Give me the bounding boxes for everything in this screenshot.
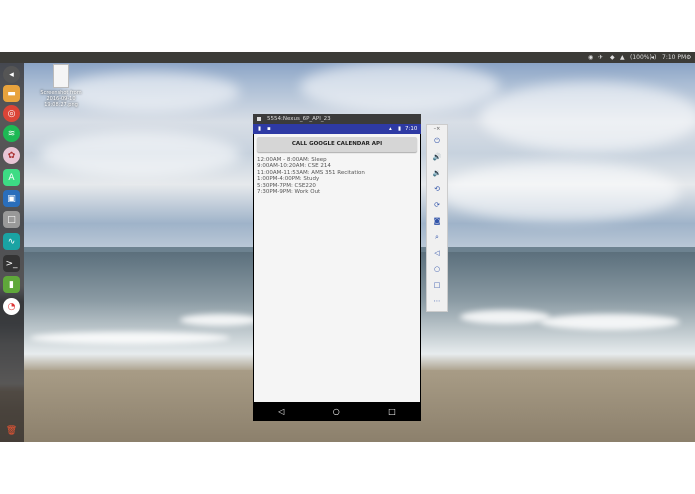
- clock[interactable]: 7:10 PM: [662, 53, 686, 62]
- battery-text[interactable]: (100%): [630, 53, 652, 62]
- files-icon[interactable]: ▬: [3, 85, 20, 102]
- android-studio-icon[interactable]: A: [3, 169, 20, 186]
- image-file-icon: [53, 64, 69, 88]
- desktop-file[interactable]: Screenshot from 2016-09-10 19:08:27.png: [40, 64, 82, 108]
- android-status-bar: ▮ ▪ ▴ ▮ 7:10: [253, 124, 421, 134]
- chrome-tray-icon[interactable]: ◉: [588, 53, 593, 62]
- android-sdk-icon[interactable]: ▮: [3, 276, 20, 293]
- event-item: 7:30PM-9PM: Work Out: [257, 189, 321, 196]
- emulator-window: 5554:Nexus_6P_API_23 ▮ ▪ ▴ ▮ 7:10 CALL G…: [253, 114, 421, 421]
- app-icon[interactable]: ✿: [3, 147, 20, 164]
- chrome-icon[interactable]: ◎: [3, 105, 20, 122]
- emulator-title: 5554:Nexus_6P_API_23: [267, 116, 331, 122]
- status-time: 7:10: [405, 126, 418, 132]
- volume-down-icon[interactable]: 🔉: [430, 167, 444, 179]
- overview-icon[interactable]: □: [430, 279, 444, 291]
- window-menu-icon[interactable]: [257, 117, 261, 121]
- telegram-tray-icon[interactable]: ✈: [598, 53, 603, 62]
- launcher-back-icon[interactable]: ◂: [3, 66, 20, 83]
- emulator-titlebar: 5554:Nexus_6P_API_23: [253, 114, 421, 124]
- volume-up-icon[interactable]: 🔊: [430, 151, 444, 163]
- top-panel: ◉ ✈ ◆ ▲ (100%) ◂) 7:10 PM ⚙: [0, 52, 695, 63]
- camera-icon[interactable]: ◙: [430, 215, 444, 227]
- zoom-icon[interactable]: ⌕: [430, 231, 444, 243]
- rotate-right-icon[interactable]: ⟳: [430, 199, 444, 211]
- overview-icon[interactable]: □: [388, 407, 396, 416]
- call-calendar-api-button[interactable]: CALL GOOGLE CALENDAR API: [257, 137, 417, 152]
- dropbox-tray-icon[interactable]: ◆: [610, 53, 615, 62]
- sd-card-icon: ▪: [267, 126, 271, 132]
- notification-icon: ▮: [258, 126, 262, 132]
- battery-icon: ▮: [398, 126, 402, 132]
- home-icon[interactable]: ○: [333, 407, 340, 416]
- rotate-left-icon[interactable]: ⟲: [430, 183, 444, 195]
- chart-icon[interactable]: ◔: [3, 298, 20, 315]
- power-icon[interactable]: ⏻: [430, 135, 444, 147]
- desktop-file-label: Screenshot from 2016-09-10 19:08:27.png: [40, 90, 82, 108]
- wifi-icon[interactable]: ▲: [620, 53, 625, 62]
- events-list: 12:00AM - 8:00AM: Sleep 9:00AM-10:20AM: …: [257, 157, 365, 195]
- minimize-close-icon[interactable]: –×: [430, 125, 444, 133]
- back-icon[interactable]: ◁: [278, 407, 284, 416]
- settings-gear-icon[interactable]: ⚙: [686, 53, 691, 62]
- volume-icon[interactable]: ◂): [651, 53, 656, 62]
- system-monitor-icon[interactable]: ∿: [3, 233, 20, 250]
- home-icon[interactable]: ○: [430, 263, 444, 275]
- emulator-controls: –× ⏻ 🔊 🔉 ⟲ ⟳ ◙ ⌕ ◁ ○ □ ⋯: [426, 124, 448, 312]
- disk-icon[interactable]: □: [3, 211, 20, 228]
- app-screen: CALL GOOGLE CALENDAR API 12:00AM - 8:00A…: [254, 134, 420, 402]
- back-icon[interactable]: ◁: [430, 247, 444, 259]
- terminal-icon[interactable]: >_: [3, 255, 20, 272]
- spotify-icon[interactable]: ≋: [3, 125, 20, 142]
- launcher: ◂ ▬ ◎ ≋ ✿ A ▣ □ ∿ >_ ▮ ◔ 🗑: [0, 63, 24, 442]
- android-nav-bar: ◁ ○ □: [254, 402, 420, 421]
- wifi-icon: ▴: [389, 126, 392, 132]
- virtualbox-icon[interactable]: ▣: [3, 190, 20, 207]
- more-icon[interactable]: ⋯: [430, 295, 444, 307]
- trash-icon[interactable]: 🗑: [3, 422, 20, 439]
